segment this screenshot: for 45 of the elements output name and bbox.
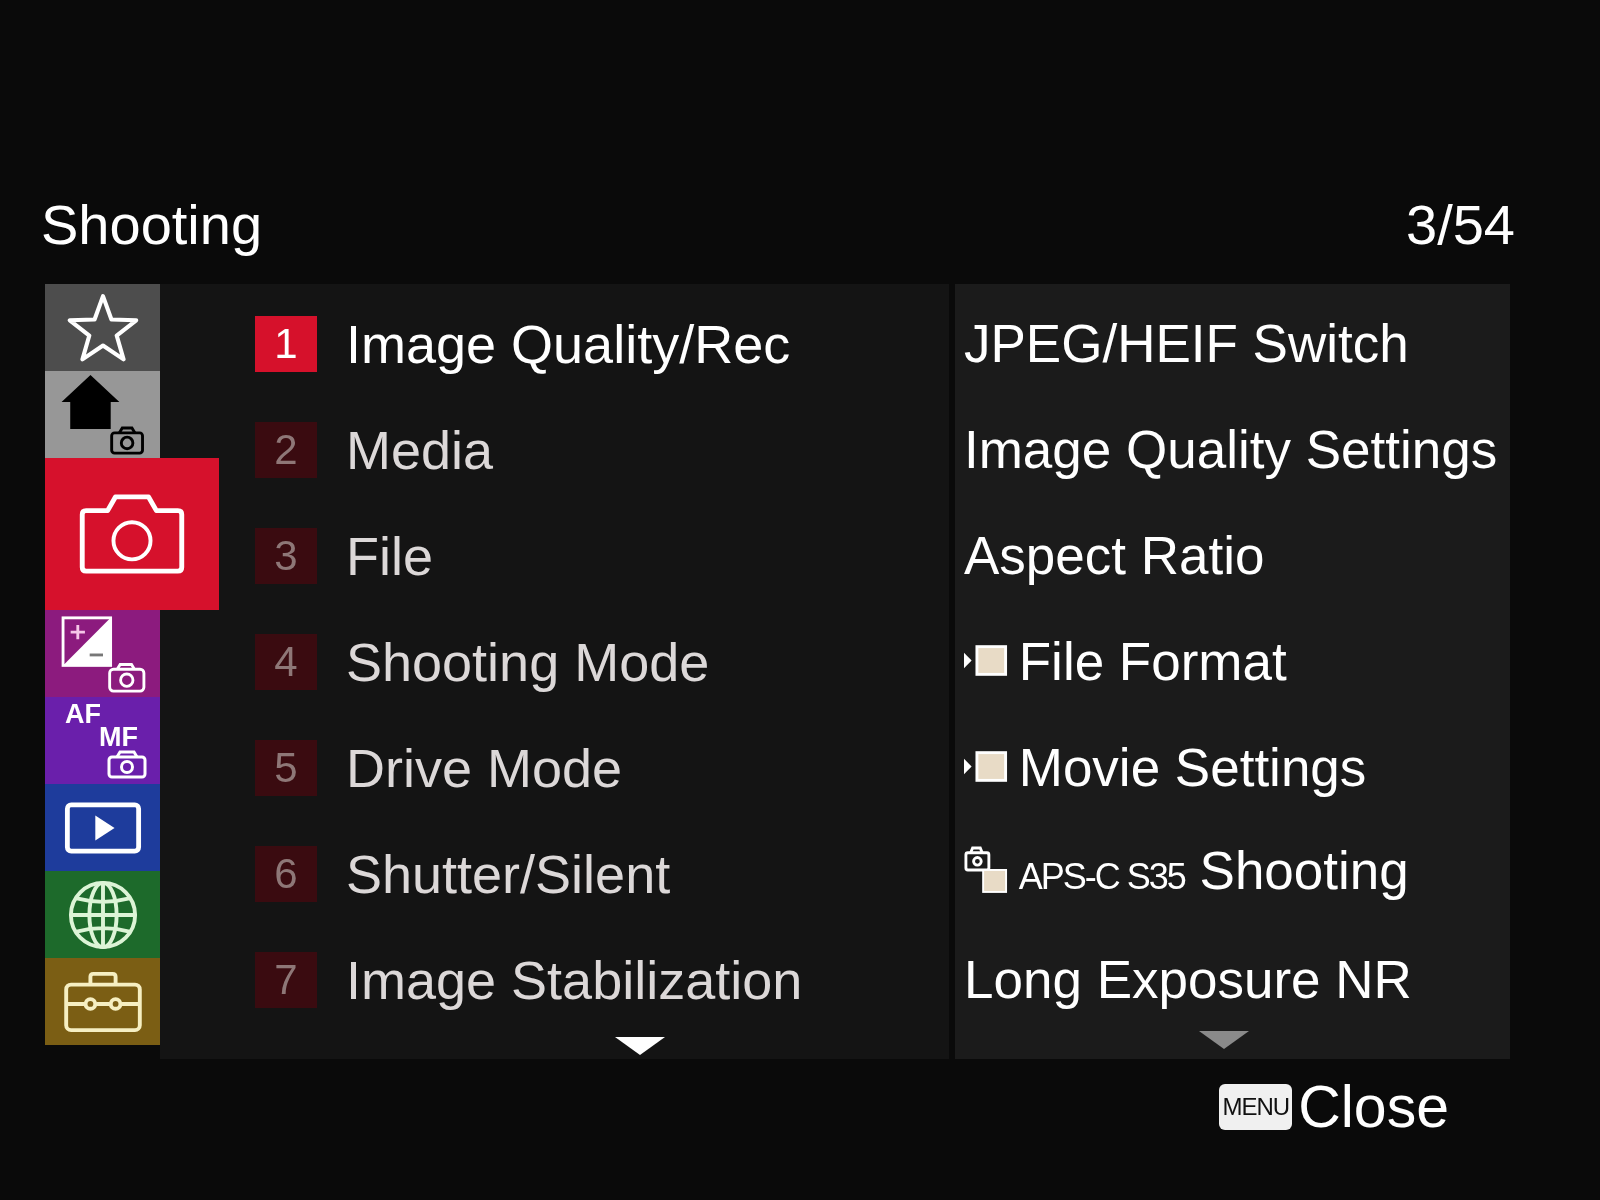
number-badge: 5 xyxy=(255,740,317,796)
menu-group-item[interactable]: Drive Mode xyxy=(346,736,623,800)
menu-tab[interactable] xyxy=(45,458,219,610)
camera-square-icon xyxy=(964,844,1008,894)
menu-setting-item[interactable]: Image Quality Settings xyxy=(964,419,1498,481)
menu-tab[interactable] xyxy=(45,784,160,871)
menu-group-item[interactable]: Media xyxy=(346,418,494,482)
number-badge: 3 xyxy=(255,528,317,584)
menu-setting-item[interactable]: Aspect Ratio xyxy=(964,525,1265,587)
menu-title: Shooting xyxy=(41,196,263,254)
menu-group-item[interactable]: Shutter/Silent xyxy=(346,842,671,906)
number-badge: 1 xyxy=(255,316,317,372)
menu-tab[interactable] xyxy=(45,871,160,958)
number-badge: 4 xyxy=(255,634,317,690)
menu-tab[interactable] xyxy=(45,610,160,697)
menu-tab[interactable] xyxy=(45,371,160,458)
star-icon xyxy=(66,292,139,363)
menu-setting-item[interactable]: APS-C S35 Shooting xyxy=(964,840,1409,908)
menu-tab[interactable] xyxy=(45,284,160,371)
play-icon xyxy=(63,801,142,854)
menu-tab[interactable]: AF MF xyxy=(45,697,160,784)
menu-group-item[interactable]: Shooting Mode xyxy=(346,630,710,694)
movie-icon xyxy=(964,749,1008,783)
number-badge: 7 xyxy=(255,952,317,1008)
menu-group-item[interactable]: Image Stabilization xyxy=(346,948,803,1012)
menu-tab[interactable] xyxy=(45,958,160,1045)
menu-key: MENU xyxy=(1219,1084,1293,1130)
page-counter: 3/54 xyxy=(1406,196,1515,254)
menu-setting-item[interactable]: JPEG/HEIF Switch xyxy=(964,313,1409,375)
number-badge: 6 xyxy=(255,846,317,902)
globe-icon xyxy=(66,878,139,951)
menu-group-item[interactable]: Image Quality/Rec xyxy=(346,312,791,376)
down-arrow-icon xyxy=(615,1037,665,1055)
menu-setting-item[interactable]: Long Exposure NR xyxy=(964,949,1412,1011)
number-badge: 2 xyxy=(255,422,317,478)
house-camera-icon xyxy=(60,374,145,455)
menu-setting-item[interactable]: File Format xyxy=(964,631,1287,693)
camera-icon xyxy=(79,494,185,574)
exposure-camera-icon xyxy=(59,614,146,693)
menu-setting-item[interactable]: Movie Settings xyxy=(964,737,1367,799)
camera-icon xyxy=(107,748,147,779)
down-arrow-icon xyxy=(1199,1031,1249,1049)
toolbox-icon xyxy=(62,970,143,1033)
movie-icon xyxy=(964,643,1008,677)
menu-group-item[interactable]: File xyxy=(346,524,433,588)
